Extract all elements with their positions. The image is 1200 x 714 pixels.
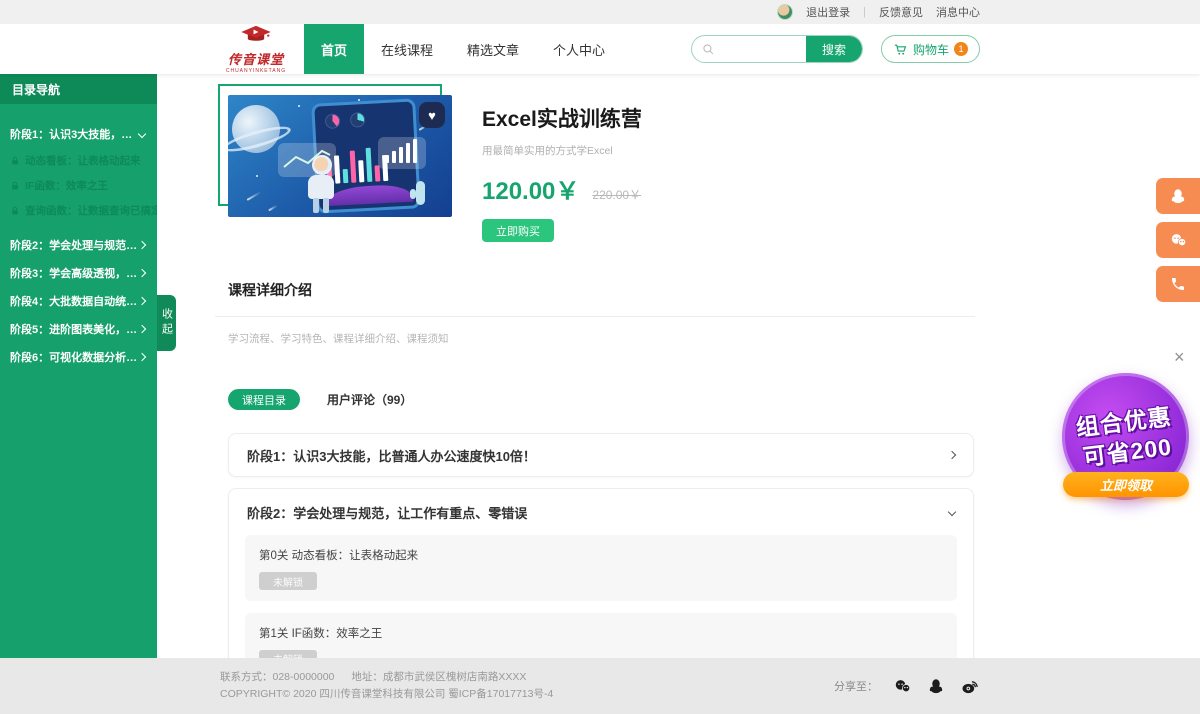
chevron-down-icon [138,130,146,138]
footer-address: 地址：成都市武侯区槐树店南路XXXX [351,671,526,683]
favorite-button[interactable]: ♥ [419,102,445,128]
cart-button[interactable]: 购物车 1 [881,35,980,63]
lock-icon [10,206,20,216]
logo-title: 传音课堂 [228,49,284,68]
nav-item-courses[interactable]: 在线课程 [364,24,450,74]
claim-coupon-button[interactable]: 立即领取 [1063,472,1189,497]
section-divider [215,316,975,317]
qq-icon [1169,187,1187,205]
graduation-cap-icon [239,25,273,48]
share-label: 分享至： [834,678,878,694]
search-input[interactable] [715,42,806,56]
detail-tags: 学习流程、学习特色、课程详细介绍、课程须知 [228,331,975,346]
weibo-share-icon[interactable] [960,676,980,696]
catalog-sidebar: 目录导航 阶段1：认识3大技能，比普通人... 动态看板：让表格动起来 IF函数… [0,74,157,658]
sidebar-title: 目录导航 [0,74,157,104]
cart-badge: 1 [954,42,968,56]
nav-item-profile[interactable]: 个人中心 [536,24,622,74]
course-title: Excel实战训练营 [482,103,642,133]
nav-item-home[interactable]: 首页 [304,24,364,74]
detail-heading: 课程详细介绍 [228,280,975,300]
chevron-right-icon [138,269,146,277]
footer: 联系方式：028-0000000 地址：成都市武侯区槐树店南路XXXX COPY… [0,658,1200,714]
search-button[interactable]: 搜索 [806,35,862,63]
chevron-right-icon [138,353,146,361]
chevron-right-icon [948,451,956,459]
detail-tabs: 课程目录 用户评论（99） [228,389,975,410]
footer-copyright: COPYRIGHT© 2020 四川传音课堂科技有限公司 蜀ICP备170177… [220,686,553,703]
logout-link[interactable]: 退出登录 [806,4,850,20]
messages-link[interactable]: 消息中心 [936,4,980,20]
tab-catalog[interactable]: 课程目录 [228,389,300,410]
course-cover: ♥ [228,95,452,217]
accordion-stage-2-header[interactable]: 阶段2：学会处理与规范，让工作有重点、零错误 [229,489,973,535]
wechat-share-icon[interactable] [893,677,912,696]
header: 传音课堂 CHUANYINKETANG 首页 在线课程 精选文章 个人中心 搜索… [0,24,1200,74]
wechat-contact-button[interactable] [1156,222,1200,258]
tab-reviews[interactable]: 用户评论（99） [327,391,412,408]
cart-icon [893,42,908,57]
course-cover-illustration: ♥ [228,95,452,217]
qq-contact-button[interactable] [1156,178,1200,214]
sidebar-lesson-lookup[interactable]: 查询函数：让数据查询已搞定 [0,198,157,223]
topbar-divider: | [863,6,866,18]
chevron-down-icon [948,508,956,516]
footer-phone: 联系方式：028-0000000 [220,671,334,683]
sidebar-lesson-if[interactable]: IF函数：效率之王 [0,173,157,198]
chevron-right-icon [138,325,146,333]
buy-now-button[interactable]: 立即购买 [482,219,554,242]
lock-icon [10,181,20,191]
sidebar-stage-6[interactable]: 阶段6：可视化数据分析，帮老板... [0,343,157,371]
wechat-icon [1169,231,1188,250]
sidebar-lesson-dashboard[interactable]: 动态看板：让表格动起来 [0,148,157,173]
catalog-accordion: 阶段1：认识3大技能，比普通人办公速度快10倍！ 阶段2：学会处理与规范，让工作… [228,433,974,695]
logo-subtitle: CHUANYINKETANG [226,68,286,74]
lock-icon [10,156,20,166]
accordion-stage-1-header[interactable]: 阶段1：认识3大技能，比普通人办公速度快10倍！ [229,434,973,476]
planet-graphic [232,105,280,153]
course-subtitle: 用最简单实用的方式学Excel [482,143,642,158]
feedback-link[interactable]: 反馈意见 [879,4,923,20]
accordion-stage-1: 阶段1：认识3大技能，比普通人办公速度快10倍！ [228,433,974,477]
phone-icon [1170,276,1186,292]
astronaut-graphic [312,155,332,175]
logo[interactable]: 传音课堂 CHUANYINKETANG [220,25,292,74]
topbar: 退出登录 | 反馈意见 消息中心 [0,0,1200,24]
search-box: 搜索 [691,35,863,63]
lesson-item-0[interactable]: 第0关 动态看板：让表格动起来 未解锁 [245,535,957,601]
chart-panel-right [378,137,426,169]
sidebar-stage-3[interactable]: 阶段3：学会高级透视，拥有同时... [0,259,157,287]
lesson-0-locked-button[interactable]: 未解锁 [259,572,317,590]
sidebar-stage-2[interactable]: 阶段2：学会处理与规范，让工作... [0,231,157,259]
promo-close-icon[interactable]: × [1174,348,1185,366]
user-avatar[interactable] [777,4,793,20]
nav-item-articles[interactable]: 精选文章 [450,24,536,74]
main-nav: 首页 在线课程 精选文章 个人中心 [304,24,622,74]
sidebar-stage-4[interactable]: 阶段4：大批数据自动统计分析，... [0,287,157,315]
course-original-price: 220.00￥ [592,186,641,203]
chevron-right-icon [138,241,146,249]
cart-label: 购物车 [913,41,949,58]
heart-icon: ♥ [428,108,436,123]
sidebar-collapse-button[interactable]: 收起 [157,295,176,351]
main-content: ♥ Excel实战训练营 用最简单实用的方式学Excel 120.00￥ 220… [215,74,975,695]
sidebar-stage-5[interactable]: 阶段5：进阶图表美化，让汇报一... [0,315,157,343]
sidebar-stage-1[interactable]: 阶段1：认识3大技能，比普通人... [0,120,157,148]
course-price: 120.00￥ [482,171,579,206]
chevron-right-icon [138,297,146,305]
qq-share-icon[interactable] [927,677,945,695]
search-icon [702,43,715,56]
phone-contact-button[interactable] [1156,266,1200,302]
